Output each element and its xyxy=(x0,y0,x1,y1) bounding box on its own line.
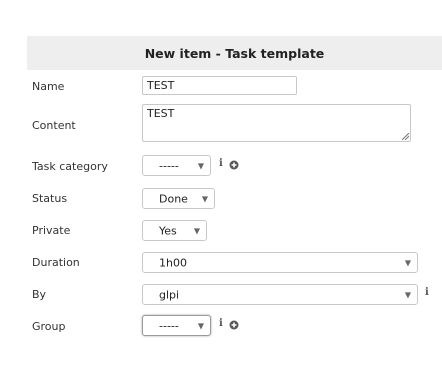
chevron-down-icon: ▼ xyxy=(193,226,200,235)
resize-handle-icon[interactable] xyxy=(402,133,409,140)
content-textarea[interactable]: TEST xyxy=(142,104,411,142)
chevron-down-icon: ▼ xyxy=(201,194,208,203)
group-select[interactable]: ----- ▼ xyxy=(142,315,211,336)
info-icon[interactable]: i xyxy=(425,287,435,298)
duration-select[interactable]: 1h00 ▼ xyxy=(142,252,418,273)
name-input-value: TEST xyxy=(147,79,175,92)
content-label: Content xyxy=(32,119,76,132)
status-label: Status xyxy=(32,192,68,205)
add-circle-icon[interactable] xyxy=(229,320,239,330)
group-label: Group xyxy=(32,320,66,333)
duration-value: 1h00 xyxy=(159,256,187,269)
form-title: New item - Task template xyxy=(27,36,442,70)
status-select[interactable]: Done ▼ xyxy=(142,188,215,209)
info-icon[interactable]: i xyxy=(219,318,229,329)
form-title-text: New item - Task template xyxy=(144,45,325,61)
task-category-select[interactable]: ----- ▼ xyxy=(142,155,211,176)
by-value: glpi xyxy=(159,288,180,301)
duration-label: Duration xyxy=(32,256,80,269)
group-value: ----- xyxy=(159,319,179,332)
by-select[interactable]: glpi ▼ xyxy=(142,284,418,305)
task-category-label: Task category xyxy=(32,160,108,173)
name-input[interactable]: TEST xyxy=(142,76,297,95)
private-label: Private xyxy=(32,224,71,237)
chevron-down-icon: ▼ xyxy=(404,290,411,299)
add-circle-icon[interactable] xyxy=(229,160,239,170)
content-textarea-value: TEST xyxy=(147,107,175,120)
name-label: Name xyxy=(32,80,65,93)
task-category-value: ----- xyxy=(159,159,179,172)
private-value: Yes xyxy=(159,224,177,237)
chevron-down-icon: ▼ xyxy=(197,161,204,170)
chevron-down-icon: ▼ xyxy=(404,258,411,267)
status-value: Done xyxy=(159,192,188,205)
info-icon[interactable]: i xyxy=(219,158,229,169)
chevron-down-icon: ▼ xyxy=(197,321,204,330)
by-label: By xyxy=(32,288,47,301)
private-select[interactable]: Yes ▼ xyxy=(142,220,207,241)
